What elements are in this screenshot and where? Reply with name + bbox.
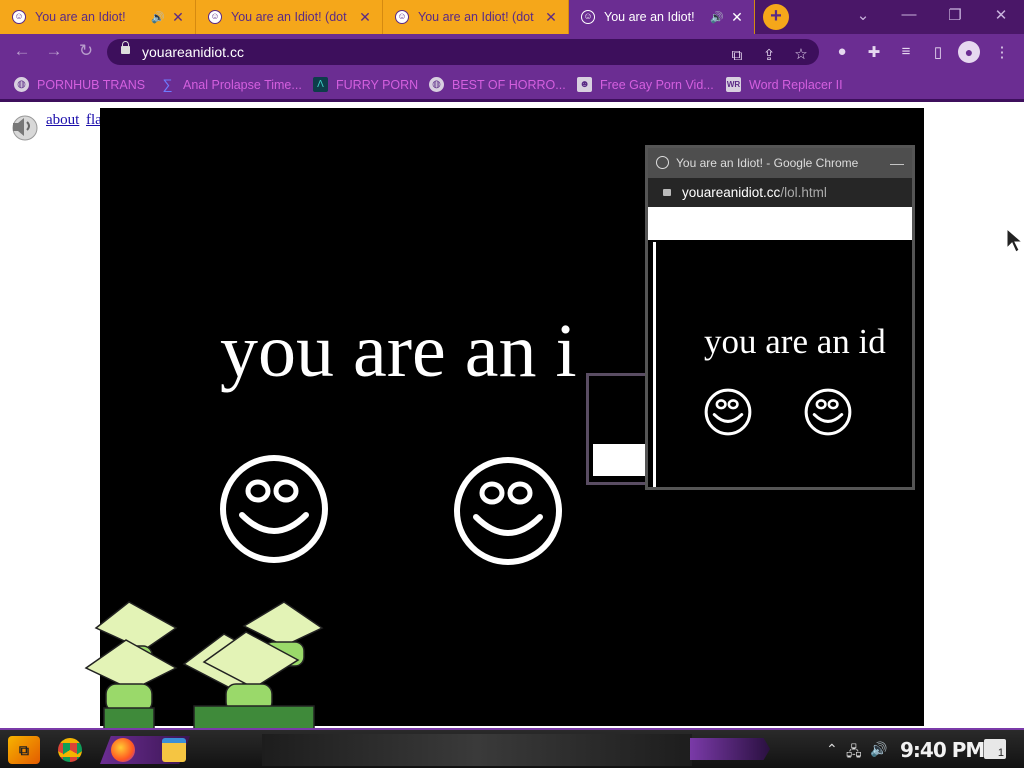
bookmark-1[interactable]: ◍ PORNHUB TRANS: [14, 77, 145, 92]
lambda-icon: Λ: [313, 77, 328, 92]
globe-icon: ◍: [14, 77, 29, 92]
file-explorer-icon[interactable]: [162, 738, 186, 762]
tab-4-active[interactable]: ☺ You are an Idiot! 🔊 ✕: [569, 0, 755, 34]
minimize-button[interactable]: —: [894, 6, 924, 23]
mask-icon: ☻: [577, 77, 592, 92]
popup-titlebar[interactable]: You are an Idiot! - Google Chrome —: [648, 148, 912, 178]
lock-icon: [663, 189, 671, 196]
profile-avatar-icon[interactable]: ●: [958, 41, 980, 63]
tab-strip: ☺ You are an Idiot! 🔊 ✕ ☺ You are an Idi…: [0, 0, 1024, 34]
reading-list-icon[interactable]: ≡: [896, 43, 916, 60]
bookmark-label: BEST OF HORRO...: [452, 77, 566, 92]
about-link[interactable]: about: [46, 112, 79, 129]
close-window-button[interactable]: ✕: [986, 6, 1016, 24]
volume-icon[interactable]: 🔊: [870, 741, 887, 758]
bookmark-label: Word Replacer II: [749, 77, 843, 92]
mouse-cursor-icon: [1006, 228, 1024, 253]
smiley-face-icon: [704, 388, 752, 436]
browser-toolbar: ← → ↻ youareanidiot.cc ⧉ ⇪ ☆ ● ✚ ≡ ▯ ● ⋮: [0, 34, 1024, 70]
wr-icon: WR: [726, 77, 741, 92]
start-button[interactable]: ⧉: [8, 736, 40, 764]
popup-address-bar: youareanidiot.cc/lol.html: [648, 178, 912, 207]
smiley-favicon-icon: ☺: [208, 10, 222, 24]
tab-3[interactable]: ☺ You are an Idiot! (dot ✕: [383, 0, 569, 34]
firefox-app-icon[interactable]: [111, 738, 135, 762]
share-icon[interactable]: ⇪: [759, 43, 779, 69]
new-tab-button[interactable]: +: [763, 4, 789, 30]
speaker-icon[interactable]: 🔊: [710, 11, 724, 24]
menu-kebab-icon[interactable]: ⋮: [992, 43, 1012, 61]
headline: you are an i: [220, 309, 577, 393]
smiley-face-icon: [220, 455, 328, 563]
popup-blocked-icon[interactable]: ⧉: [727, 43, 747, 69]
taskbar: ⧉ ⌃ 🖧 🔊 9:40 PM 1: [0, 728, 1024, 768]
smiley-face-icon: [804, 388, 852, 436]
smiley-favicon-icon: ☺: [395, 10, 409, 24]
close-tab-icon[interactable]: ✕: [544, 9, 558, 26]
close-tab-icon[interactable]: ✕: [730, 9, 744, 26]
popup-url-host: youareanidiot.cc: [682, 185, 781, 200]
tab-2[interactable]: ☺ You are an Idiot! (dot ✕: [196, 0, 383, 34]
tab-title: You are an Idiot!: [35, 10, 126, 24]
bookmarks-bar: ◍ PORNHUB TRANS ∑ Anal Prolapse Time... …: [0, 70, 1024, 102]
address-bar[interactable]: youareanidiot.cc ⧉ ⇪ ☆: [107, 39, 819, 65]
chrome-app-icon[interactable]: [58, 738, 82, 762]
extension-avatar-icon[interactable]: ●: [832, 43, 852, 60]
network-icon[interactable]: 🖧: [846, 741, 862, 765]
smiley-favicon-icon: ☺: [12, 10, 26, 24]
bookmark-star-icon[interactable]: ☆: [791, 42, 811, 68]
clock[interactable]: 9:40 PM: [900, 738, 985, 762]
tray-chevron-icon[interactable]: ⌃: [826, 741, 838, 758]
gem-characters-icon: [84, 601, 324, 730]
bookmark-label: Free Gay Porn Vid...: [600, 77, 714, 92]
bookmark-2[interactable]: ∑ Anal Prolapse Time...: [160, 77, 302, 92]
bookmark-label: FURRY PORN: [336, 77, 419, 92]
tab-search-icon[interactable]: ⌄: [848, 6, 878, 24]
notification-count: 1: [997, 747, 1004, 759]
lock-icon[interactable]: [121, 41, 130, 54]
close-tab-icon[interactable]: ✕: [171, 9, 185, 26]
taskbar-decoration: [690, 738, 770, 760]
globe-icon: ◍: [429, 77, 444, 92]
smiley-face-icon: [454, 457, 562, 565]
extensions-puzzle-icon[interactable]: ✚: [864, 43, 884, 61]
tab-title: You are an Idiot! (dot: [418, 10, 534, 24]
restore-button[interactable]: ❐: [940, 6, 970, 24]
taskbar-search-region[interactable]: [262, 734, 692, 766]
bookmark-3[interactable]: Λ FURRY PORN: [313, 77, 418, 92]
tab-title: You are an Idiot!: [604, 10, 695, 24]
smiley-favicon-icon: [656, 156, 669, 169]
popup-headline: you are an id: [704, 322, 886, 361]
smiley-favicon-icon: ☺: [581, 10, 595, 24]
popup-url-path: /lol.html: [780, 185, 827, 200]
popup-window[interactable]: You are an Idiot! - Google Chrome — youa…: [645, 145, 915, 490]
popup-stage: you are an id: [653, 242, 912, 487]
forward-icon[interactable]: →: [42, 41, 66, 61]
reload-icon[interactable]: ↻: [74, 41, 98, 61]
bookmark-4[interactable]: ◍ BEST OF HORRO...: [429, 77, 566, 92]
tab-title: You are an Idiot! (dot: [231, 10, 347, 24]
url-text: youareanidiot.cc: [142, 44, 244, 60]
tab-1[interactable]: ☺ You are an Idiot! 🔊 ✕: [0, 0, 196, 34]
speaker-icon[interactable]: 🔊: [151, 11, 165, 24]
minimize-button[interactable]: —: [890, 148, 904, 178]
popup-white-band: [648, 207, 912, 240]
side-panel-icon[interactable]: ▯: [928, 43, 948, 61]
speaker-icon[interactable]: [8, 111, 38, 141]
popup-title: You are an Idiot! - Google Chrome: [676, 156, 859, 170]
back-icon[interactable]: ←: [10, 41, 34, 61]
sigma-icon: ∑: [162, 76, 173, 92]
bookmark-5[interactable]: ☻ Free Gay Porn Vid...: [577, 77, 714, 92]
bookmark-6[interactable]: WR Word Replacer II: [726, 77, 843, 92]
bookmark-label: Anal Prolapse Time...: [183, 77, 302, 92]
bookmark-label: PORNHUB TRANS: [37, 77, 146, 92]
notification-icon[interactable]: 1: [984, 739, 1006, 759]
close-tab-icon[interactable]: ✕: [358, 9, 372, 26]
